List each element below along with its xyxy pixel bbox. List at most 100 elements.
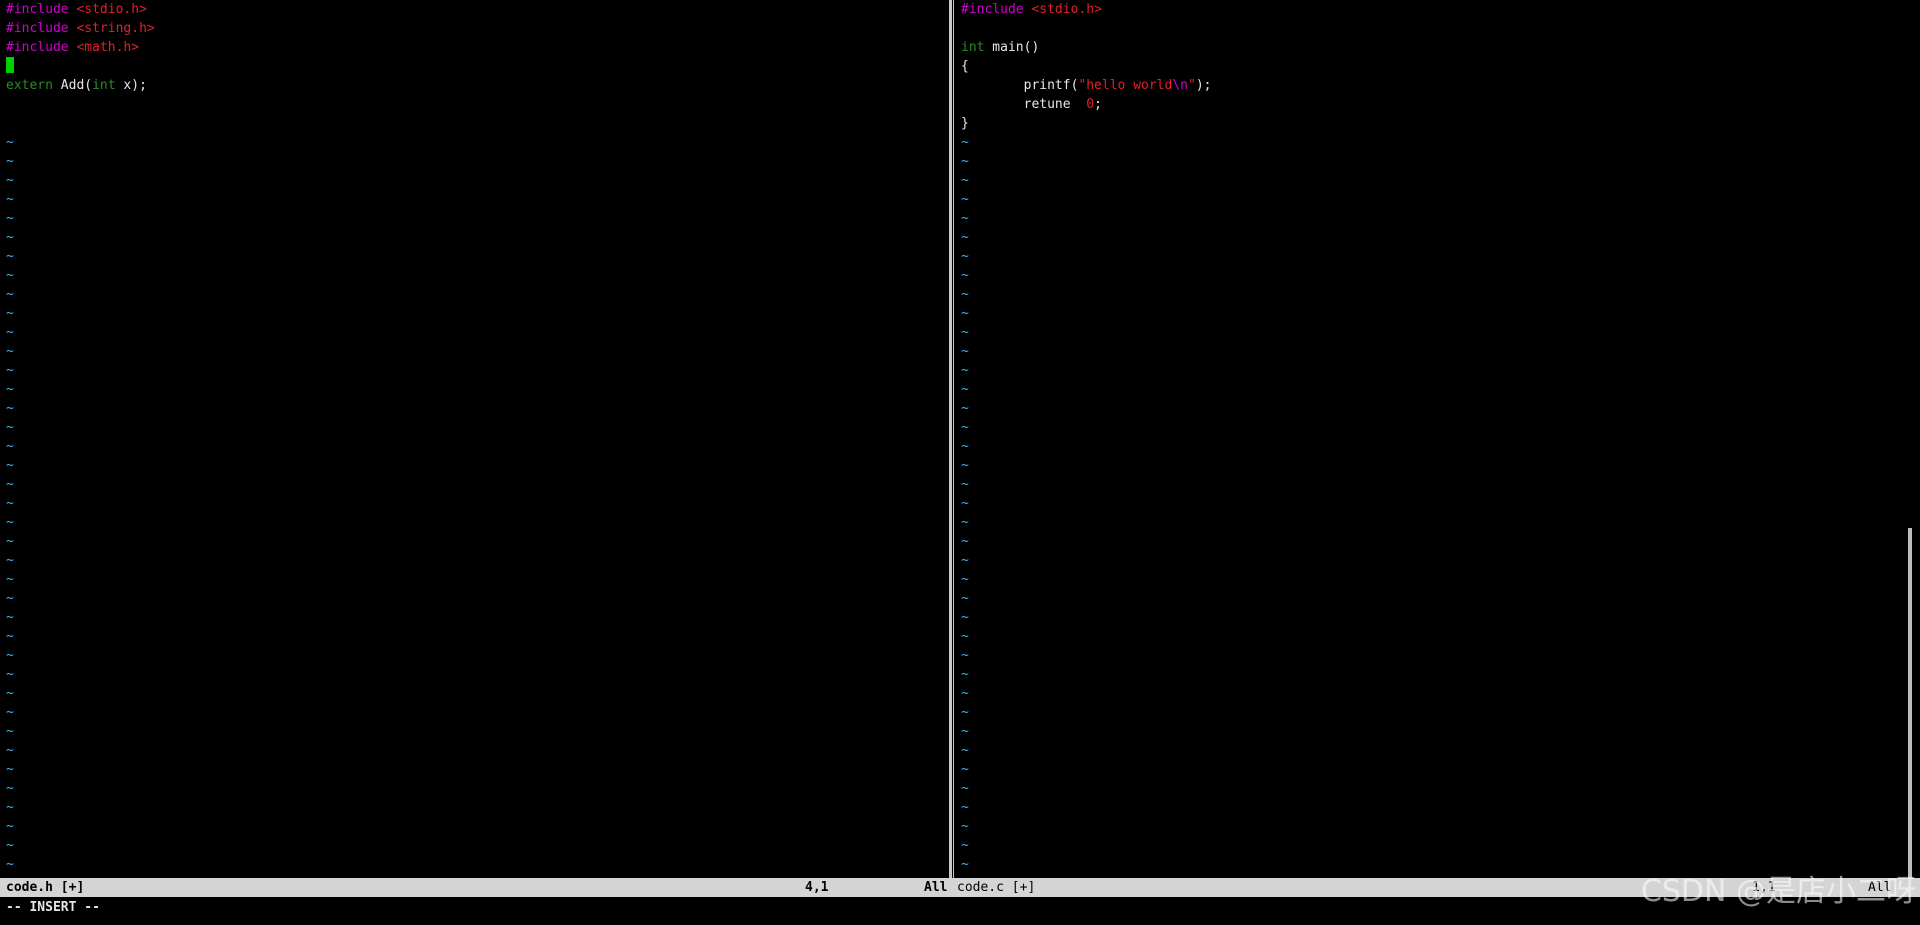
empty-line-tilde: ~ bbox=[961, 173, 969, 188]
empty-line-tilde: ~ bbox=[6, 363, 14, 378]
empty-line-tilde: ~ bbox=[961, 724, 969, 739]
left-editor-pane[interactable]: #include <stdio.h> #include <string.h> #in… bbox=[0, 0, 950, 878]
code-token: #include bbox=[6, 40, 77, 55]
code-token: 0 bbox=[1086, 97, 1095, 112]
empty-line-tilde: ~ bbox=[961, 230, 969, 245]
empty-line-tilde: ~ bbox=[6, 610, 14, 625]
empty-line-tilde: ~ bbox=[961, 211, 969, 226]
code-token: #include bbox=[6, 21, 77, 36]
empty-line-tilde: ~ bbox=[6, 553, 14, 568]
empty-line-tilde: ~ bbox=[961, 325, 969, 340]
code-token: <math.h> bbox=[76, 40, 140, 55]
code-token: main() bbox=[984, 40, 1040, 55]
empty-line-tilde: ~ bbox=[961, 819, 969, 834]
code-token: retune bbox=[961, 97, 1087, 112]
empty-line-tilde: ~ bbox=[6, 591, 14, 606]
code-token: int bbox=[92, 78, 116, 93]
empty-line-tilde: ~ bbox=[961, 477, 969, 492]
empty-line-tilde: ~ bbox=[6, 325, 14, 340]
empty-line-tilde: ~ bbox=[961, 838, 969, 853]
code-token: ); bbox=[1195, 78, 1212, 93]
empty-line-tilde: ~ bbox=[961, 534, 969, 549]
empty-line-tilde: ~ bbox=[961, 458, 969, 473]
empty-line-tilde: ~ bbox=[961, 762, 969, 777]
left-code-line[interactable]: #include <math.h> bbox=[0, 38, 950, 57]
empty-line-tilde: ~ bbox=[6, 458, 14, 473]
empty-line-tilde: ~ bbox=[6, 781, 14, 796]
right-editor-pane[interactable]: #include <stdio.h> int main() { printf("he… bbox=[955, 0, 1895, 878]
empty-line-tilde: ~ bbox=[6, 439, 14, 454]
code-token: { bbox=[961, 59, 969, 74]
left-code-line[interactable]: #include <stdio.h> bbox=[0, 0, 950, 19]
right-code-line[interactable]: retune 0; bbox=[955, 95, 1895, 114]
empty-line-tilde: ~ bbox=[961, 515, 969, 530]
right-code-line[interactable]: int main() bbox=[955, 38, 1895, 57]
scrollbar[interactable] bbox=[1908, 528, 1912, 878]
empty-line-tilde: ~ bbox=[6, 211, 14, 226]
empty-line-tilde: ~ bbox=[961, 591, 969, 606]
left-file-name: code.h [+] bbox=[6, 880, 85, 895]
empty-line-tilde: ~ bbox=[6, 686, 14, 701]
empty-line-tilde: ~ bbox=[6, 344, 14, 359]
empty-line-tilde: ~ bbox=[961, 154, 969, 169]
code-token: <stdio.h> bbox=[1031, 2, 1102, 17]
right-code-line[interactable]: { bbox=[955, 57, 1895, 76]
empty-line-tilde: ~ bbox=[6, 268, 14, 283]
code-token: printf( bbox=[961, 78, 1079, 93]
code-token: \n bbox=[1172, 78, 1188, 93]
empty-line-tilde: ~ bbox=[961, 629, 969, 644]
empty-line-tilde: ~ bbox=[6, 648, 14, 663]
left-cursor-position: 4,1 bbox=[805, 880, 829, 895]
empty-line-tilde: ~ bbox=[961, 192, 969, 207]
empty-line-tilde: ~ bbox=[961, 135, 969, 150]
empty-line-tilde: ~ bbox=[961, 705, 969, 720]
empty-line-tilde: ~ bbox=[6, 287, 14, 302]
empty-line-tilde: ~ bbox=[961, 249, 969, 264]
empty-line-tilde: ~ bbox=[6, 819, 14, 834]
terminal-window: #include <stdio.h> #include <string.h> #in… bbox=[0, 0, 1920, 925]
empty-line-tilde: ~ bbox=[961, 648, 969, 663]
left-code-line[interactable]: #include <string.h> bbox=[0, 19, 950, 38]
empty-line-tilde: ~ bbox=[6, 230, 14, 245]
empty-line-tilde: ~ bbox=[6, 306, 14, 321]
code-token: #include bbox=[961, 2, 1032, 17]
empty-line-tilde: ~ bbox=[6, 382, 14, 397]
empty-line-tilde: ~ bbox=[961, 667, 969, 682]
code-token: } bbox=[961, 116, 969, 131]
empty-line-tilde: ~ bbox=[961, 401, 969, 416]
code-token: extern bbox=[6, 78, 53, 93]
empty-line-tilde: ~ bbox=[6, 800, 14, 815]
empty-line-tilde: ~ bbox=[961, 686, 969, 701]
code-token: "hello world bbox=[1078, 78, 1173, 93]
empty-line-tilde: ~ bbox=[6, 857, 14, 872]
code-token: int bbox=[961, 40, 985, 55]
left-code-line[interactable] bbox=[0, 95, 950, 114]
left-scroll-indicator: All bbox=[924, 880, 948, 895]
empty-line-tilde: ~ bbox=[961, 363, 969, 378]
empty-line-tilde: ~ bbox=[6, 496, 14, 511]
empty-line-tilde: ~ bbox=[6, 705, 14, 720]
empty-line-tilde: ~ bbox=[6, 401, 14, 416]
empty-line-tilde: ~ bbox=[961, 344, 969, 359]
text-cursor bbox=[6, 57, 14, 73]
empty-line-tilde: ~ bbox=[961, 287, 969, 302]
code-token: Add( bbox=[52, 78, 93, 93]
empty-line-tilde: ~ bbox=[961, 781, 969, 796]
code-token: " bbox=[1187, 78, 1196, 93]
mode-indicator: -- INSERT -- bbox=[6, 900, 100, 915]
left-code-line[interactable] bbox=[0, 57, 950, 76]
empty-line-tilde: ~ bbox=[6, 154, 14, 169]
right-code-line[interactable]: printf("hello world\n"); bbox=[955, 76, 1895, 95]
right-code-line[interactable] bbox=[955, 19, 1895, 38]
code-token: x); bbox=[115, 78, 147, 93]
empty-line-tilde: ~ bbox=[6, 173, 14, 188]
vertical-split-divider-inner bbox=[952, 0, 953, 878]
empty-line-tilde: ~ bbox=[961, 743, 969, 758]
left-code-line[interactable] bbox=[0, 114, 950, 133]
left-code-line[interactable]: extern Add(int x); bbox=[0, 76, 950, 95]
empty-line-tilde: ~ bbox=[961, 268, 969, 283]
empty-line-tilde: ~ bbox=[6, 515, 14, 530]
empty-line-tilde: ~ bbox=[961, 572, 969, 587]
right-code-line[interactable]: } bbox=[955, 114, 1895, 133]
right-code-line[interactable]: #include <stdio.h> bbox=[955, 0, 1895, 19]
